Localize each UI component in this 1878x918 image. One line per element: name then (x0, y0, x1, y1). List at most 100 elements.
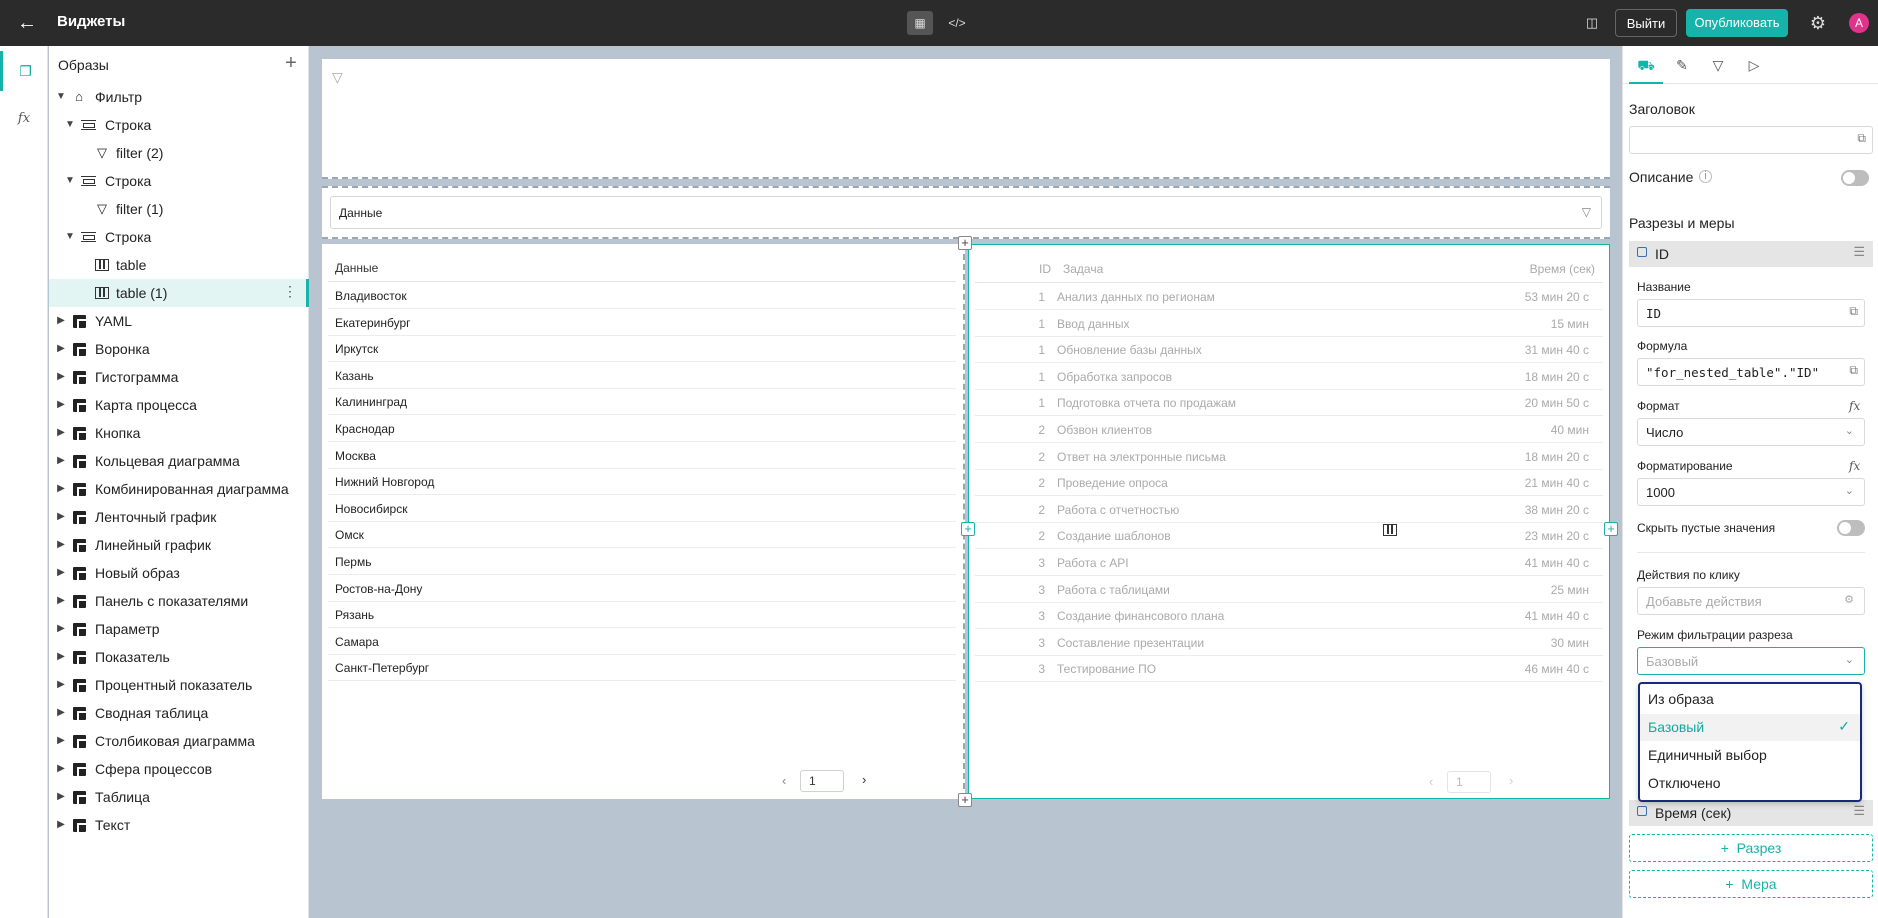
caret-right-icon[interactable]: ▶ (55, 567, 67, 579)
tree-item-group[interactable]: ▶ Сфера процессов (49, 755, 309, 783)
caret-right-icon[interactable]: ▶ (55, 511, 67, 523)
table-cell-id[interactable]: 1 (1029, 343, 1045, 357)
data-filter-select[interactable]: Данные ▽ (330, 196, 1602, 229)
table-cell-time[interactable]: 41 мин 40 с (1489, 609, 1589, 623)
table-widget-right[interactable]: ID Задача Время (сек) 1 Анализ данных по … (968, 244, 1610, 799)
table-cell-city[interactable]: Рязань (335, 608, 374, 622)
filter-mode-select[interactable]: Базовый ⌄ (1637, 647, 1865, 675)
publish-button[interactable]: Опубликовать (1686, 9, 1788, 37)
tree-item-group[interactable]: ▶ Линейный график (49, 531, 309, 559)
table-cell-id[interactable]: 2 (1029, 476, 1045, 490)
table-cell-task[interactable]: Составление презентации (1057, 636, 1204, 650)
tree-item-group[interactable]: ▶ Процентный показатель (49, 671, 309, 699)
dropdown-option-selected[interactable]: Базовый ✓ (1640, 714, 1860, 741)
tree-item-table[interactable]: table (49, 251, 309, 279)
table-cell-task[interactable]: Создание финансового плана (1057, 609, 1224, 623)
fx-icon[interactable]: fx (1849, 399, 1860, 413)
tree-item-group[interactable]: ▶ Сводная таблица (49, 699, 309, 727)
table-cell-city[interactable]: Новосибирск (335, 502, 407, 516)
table-cell-time[interactable]: 18 мин 20 с (1489, 370, 1589, 384)
table-cell-id[interactable]: 1 (1029, 317, 1045, 331)
table-widget-left[interactable]: Данные Владивосток Екатеринбург Иркутск Каз… (322, 244, 965, 799)
avatar[interactable]: A (1849, 13, 1869, 33)
tree-item-group[interactable]: ▶ Кнопка (49, 419, 309, 447)
table-cell-id[interactable]: 3 (1029, 636, 1045, 650)
caret-right-icon[interactable]: ▶ (55, 315, 67, 327)
caret-right-icon[interactable]: ▶ (55, 343, 67, 355)
table-cell-id[interactable]: 2 (1029, 529, 1045, 543)
tree-item-group[interactable]: ▶ Ленточный график (49, 503, 309, 531)
style-tab-icon[interactable]: ✎ (1665, 46, 1699, 84)
caret-right-icon[interactable]: ▶ (55, 427, 67, 439)
table-cell-task[interactable]: Обработка запросов (1057, 370, 1172, 384)
table-cell-task[interactable]: Работа с таблицами (1057, 583, 1170, 597)
table-cell-id[interactable]: 3 (1029, 609, 1045, 623)
table-cell-time[interactable]: 38 мин 20 с (1489, 503, 1589, 517)
caret-right-icon[interactable]: ▶ (55, 623, 67, 635)
page-number-input[interactable]: 1 (1447, 771, 1491, 793)
table-cell-task[interactable]: Обновление базы данных (1057, 343, 1202, 357)
info-icon[interactable]: i (1699, 170, 1712, 183)
add-dimension-button[interactable]: + Разрез (1629, 834, 1873, 862)
tree-item-row[interactable]: ▼ Строка (49, 223, 309, 251)
table-cell-time[interactable]: 30 мин (1489, 636, 1589, 650)
table-cell-id[interactable]: 2 (1029, 503, 1045, 517)
table-cell-id[interactable]: 1 (1029, 290, 1045, 304)
layout-mode-icon[interactable]: ▦ (907, 11, 933, 35)
hide-empty-toggle[interactable] (1837, 520, 1865, 536)
caret-down-icon[interactable]: ▼ (64, 175, 76, 187)
settings-icon[interactable]: ⚙ (1844, 593, 1854, 606)
tree-item-group[interactable]: ▶ Воронка (49, 335, 309, 363)
column-header-task[interactable]: Задача (1063, 262, 1103, 276)
caret-down-icon[interactable]: ▼ (64, 119, 76, 131)
caret-right-icon[interactable]: ▶ (55, 595, 67, 607)
table-cell-task[interactable]: Тестирование ПО (1057, 662, 1156, 676)
add-image-button[interactable]: + (281, 52, 301, 76)
column-header-time[interactable]: Время (сек) (1495, 262, 1595, 276)
tree-item-filter-2[interactable]: ▽ filter (2) (49, 139, 309, 167)
add-measure-button[interactable]: + Мера (1629, 870, 1873, 898)
tree-item-group[interactable]: ▶ Текст (49, 811, 309, 839)
filter-tab-icon[interactable]: ▽ (1701, 46, 1735, 84)
formatting-select[interactable]: 1000 ⌄ (1637, 478, 1865, 506)
title-input[interactable]: ⧉ (1629, 126, 1873, 154)
tree-item-group[interactable]: ▶ Кольцевая диаграмма (49, 447, 309, 475)
caret-right-icon[interactable]: ▶ (55, 791, 67, 803)
table-cell-city[interactable]: Ростов-на-Дону (335, 582, 422, 596)
tree-item-group[interactable]: ▶ Столбиковая диаграмма (49, 727, 309, 755)
tree-item-group[interactable]: ▶ YAML (49, 307, 309, 335)
table-cell-time[interactable]: 15 мин (1489, 317, 1589, 331)
table-cell-time[interactable]: 41 мин 40 с (1489, 556, 1589, 570)
tree-item-group[interactable]: ▶ Комбинированная диаграмма (49, 475, 309, 503)
table-cell-time[interactable]: 21 мин 40 с (1489, 476, 1589, 490)
caret-right-icon[interactable]: ▶ (55, 763, 67, 775)
tree-item-group[interactable]: ▶ Гистограмма (49, 363, 309, 391)
caret-right-icon[interactable]: ▶ (55, 399, 67, 411)
table-cell-id[interactable]: 1 (1029, 370, 1045, 384)
table-cell-id[interactable]: 3 (1029, 583, 1045, 597)
table-cell-time[interactable]: 25 мин (1489, 583, 1589, 597)
format-select[interactable]: Число ⌄ (1637, 418, 1865, 446)
table-cell-time[interactable]: 23 мин 20 с (1489, 529, 1589, 543)
dropdown-option[interactable]: Из образа (1640, 686, 1860, 713)
drag-handle-icon[interactable]: ☰ (1853, 244, 1865, 260)
caret-down-icon[interactable]: ▼ (55, 91, 67, 103)
caret-right-icon[interactable]: ▶ (55, 371, 67, 383)
table-cell-task[interactable]: Проведение опроса (1057, 476, 1168, 490)
table-cell-city[interactable]: Екатеринбург (335, 316, 411, 330)
actions-tab-icon[interactable]: ▷ (1737, 46, 1771, 84)
structure-icon[interactable]: ◫ (1580, 11, 1604, 35)
table-cell-time[interactable]: 46 мин 40 с (1489, 662, 1589, 676)
open-editor-icon[interactable]: ⧉ (1849, 304, 1858, 319)
click-actions-input[interactable]: Добавьте действия ⚙ (1637, 587, 1865, 615)
table-cell-city[interactable]: Краснодар (335, 422, 395, 436)
table-cell-task[interactable]: Ввод данных (1057, 317, 1130, 331)
gear-icon[interactable]: ⚙ (1806, 11, 1830, 35)
description-toggle[interactable] (1841, 170, 1869, 186)
table-cell-id[interactable]: 2 (1029, 450, 1045, 464)
table-cell-task[interactable]: Анализ данных по регионам (1057, 290, 1215, 304)
add-column-left-handle[interactable]: + (961, 522, 975, 536)
table-cell-city[interactable]: Казань (335, 369, 374, 383)
table-cell-task[interactable]: Ответ на электронные письма (1057, 450, 1226, 464)
table-cell-task[interactable]: Работа с отчетностью (1057, 503, 1179, 517)
